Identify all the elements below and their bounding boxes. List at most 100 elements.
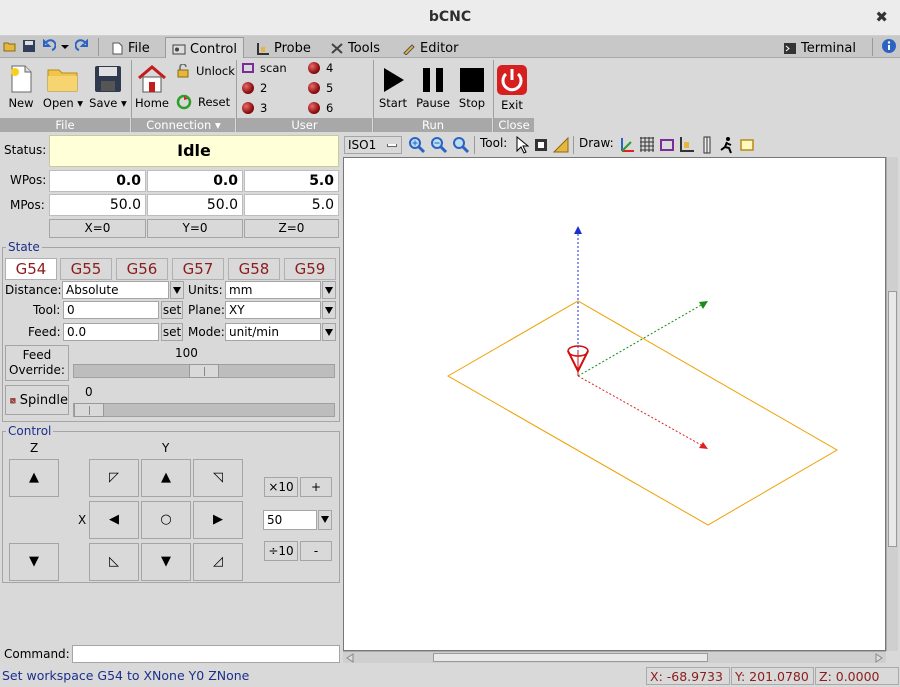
connection-group-label[interactable]: Connection ▾ bbox=[132, 118, 235, 132]
tab-g56[interactable]: G56 bbox=[116, 258, 168, 280]
mpos-x-value: 50.0 bbox=[49, 194, 146, 216]
stop-button[interactable]: Stop bbox=[455, 66, 489, 110]
jog-xplus-yminus-button[interactable]: ◿ bbox=[193, 543, 243, 581]
info-icon[interactable] bbox=[881, 38, 897, 54]
step-minus-button[interactable]: - bbox=[300, 541, 332, 561]
step-plus-button[interactable]: + bbox=[300, 477, 332, 497]
feed-input[interactable]: 0.0 bbox=[63, 323, 159, 341]
jog-xplus-yplus-button[interactable]: ◹ bbox=[193, 459, 243, 497]
user-button-3[interactable]: 3 bbox=[242, 101, 267, 115]
tab-g57[interactable]: G57 bbox=[172, 258, 224, 280]
mode-select[interactable]: unit/min bbox=[225, 323, 321, 341]
open-folder-icon[interactable] bbox=[3, 39, 17, 53]
feed-override-slider[interactable] bbox=[73, 364, 335, 378]
gcode-canvas[interactable] bbox=[343, 157, 886, 651]
pause-button[interactable]: Pause bbox=[414, 66, 452, 110]
tab-g55[interactable]: G55 bbox=[60, 258, 112, 280]
distance-dropdown-icon[interactable] bbox=[170, 281, 184, 299]
units-dropdown-icon[interactable] bbox=[322, 281, 336, 299]
tab-g59[interactable]: G59 bbox=[284, 258, 336, 280]
feed-override-button[interactable]: Feed Override: bbox=[5, 345, 69, 381]
scroll-left-icon[interactable] bbox=[345, 653, 355, 663]
jog-z-up-button[interactable]: ▲ bbox=[9, 459, 59, 497]
tool-input[interactable]: 0 bbox=[63, 301, 159, 319]
view-select[interactable]: ISO1 bbox=[344, 136, 402, 154]
undo-list-chevron-icon[interactable] bbox=[60, 39, 70, 53]
jog-xminus-yminus-button[interactable]: ◺ bbox=[89, 543, 139, 581]
zero-y-button[interactable]: Y=0 bbox=[147, 219, 243, 238]
jog-xminus-yplus-button[interactable]: ◸ bbox=[89, 459, 139, 497]
tab-control[interactable]: Control bbox=[165, 37, 244, 58]
spindle-button[interactable]: Spindle bbox=[5, 385, 69, 415]
tab-terminal[interactable]: Terminal bbox=[777, 37, 862, 58]
user-button-5[interactable]: 5 bbox=[308, 81, 333, 95]
jog-center-button[interactable]: ○ bbox=[141, 501, 191, 539]
reset-button[interactable]: Reset bbox=[176, 94, 230, 110]
plane-dropdown-icon[interactable] bbox=[322, 301, 336, 319]
units-select[interactable]: mm bbox=[225, 281, 321, 299]
start-button[interactable]: Start bbox=[376, 66, 410, 110]
scroll-right-icon[interactable] bbox=[874, 653, 884, 663]
feed-override-slider-handle[interactable] bbox=[189, 364, 219, 378]
exit-button[interactable]: Exit bbox=[495, 64, 529, 112]
zero-z-button[interactable]: Z=0 bbox=[244, 219, 339, 238]
mode-dropdown-icon[interactable] bbox=[322, 323, 336, 341]
ruler-icon[interactable] bbox=[553, 136, 569, 154]
zoom-fit-icon[interactable] bbox=[452, 136, 470, 154]
plane-select[interactable]: XY bbox=[225, 301, 321, 319]
grid-icon[interactable] bbox=[639, 136, 655, 154]
margins-icon[interactable] bbox=[659, 136, 675, 154]
paths-icon[interactable] bbox=[739, 136, 755, 154]
step-size-dropdown-icon[interactable] bbox=[318, 510, 332, 530]
jog-x-left-button[interactable]: ◀ bbox=[89, 501, 139, 539]
close-icon[interactable]: ✖ bbox=[875, 8, 888, 26]
wpos-z-value[interactable]: 5.0 bbox=[244, 170, 339, 192]
jog-y-up-button[interactable]: ▲ bbox=[141, 459, 191, 497]
jog-y-down-button[interactable]: ▼ bbox=[141, 543, 191, 581]
pan-tool-icon[interactable] bbox=[533, 136, 549, 154]
save-button[interactable]: Save ▾ bbox=[88, 64, 128, 110]
user-button-6[interactable]: 6 bbox=[308, 101, 333, 115]
step-size-select[interactable]: 50 bbox=[263, 510, 317, 530]
home-button[interactable]: Home bbox=[134, 64, 170, 110]
jog-z-down-button[interactable]: ▼ bbox=[9, 543, 59, 581]
rapid-moves-icon[interactable] bbox=[719, 136, 735, 154]
zoom-out-icon[interactable] bbox=[430, 136, 448, 154]
undo-icon[interactable] bbox=[42, 39, 56, 53]
save-icon[interactable] bbox=[22, 39, 36, 53]
vertical-scroll-thumb[interactable] bbox=[888, 291, 897, 547]
workarea-icon[interactable] bbox=[699, 136, 715, 154]
new-button[interactable]: New bbox=[4, 64, 38, 110]
probe-draw-icon[interactable] bbox=[679, 136, 695, 154]
tab-g58[interactable]: G58 bbox=[228, 258, 280, 280]
tab-tools[interactable]: Tools bbox=[324, 37, 386, 58]
zero-x-button[interactable]: X=0 bbox=[49, 219, 146, 238]
user-button-2[interactable]: 2 bbox=[242, 81, 267, 95]
axes-icon[interactable] bbox=[619, 136, 635, 154]
distance-select[interactable]: Absolute bbox=[62, 281, 169, 299]
unlock-button[interactable]: Unlock bbox=[176, 64, 235, 78]
feed-set-button[interactable]: set bbox=[161, 323, 183, 341]
open-button[interactable]: Open ▾ bbox=[42, 64, 84, 110]
spindle-slider-handle[interactable] bbox=[74, 403, 104, 417]
command-input[interactable] bbox=[72, 645, 340, 663]
canvas-horizontal-scrollbar[interactable] bbox=[343, 651, 886, 663]
tab-file[interactable]: File bbox=[104, 37, 156, 58]
spindle-slider[interactable] bbox=[73, 403, 335, 417]
canvas-vertical-scrollbar[interactable] bbox=[886, 157, 898, 651]
jog-x-right-button[interactable]: ▶ bbox=[193, 501, 243, 539]
step-times10-button[interactable]: ×10 bbox=[264, 477, 298, 497]
select-arrow-icon[interactable] bbox=[514, 136, 530, 154]
step-div10-button[interactable]: ÷10 bbox=[264, 541, 298, 561]
user-scan-button[interactable]: scan bbox=[242, 61, 287, 75]
tool-set-button[interactable]: set bbox=[161, 301, 183, 319]
zoom-in-icon[interactable] bbox=[408, 136, 426, 154]
user-button-4[interactable]: 4 bbox=[308, 61, 333, 75]
wpos-x-value[interactable]: 0.0 bbox=[49, 170, 146, 192]
tab-editor[interactable]: Editor bbox=[396, 37, 464, 58]
wpos-y-value[interactable]: 0.0 bbox=[147, 170, 243, 192]
tab-g54[interactable]: G54 bbox=[5, 258, 57, 280]
horizontal-scroll-thumb[interactable] bbox=[433, 653, 708, 662]
redo-icon[interactable] bbox=[75, 39, 89, 53]
tab-probe[interactable]: Probe bbox=[250, 37, 317, 58]
